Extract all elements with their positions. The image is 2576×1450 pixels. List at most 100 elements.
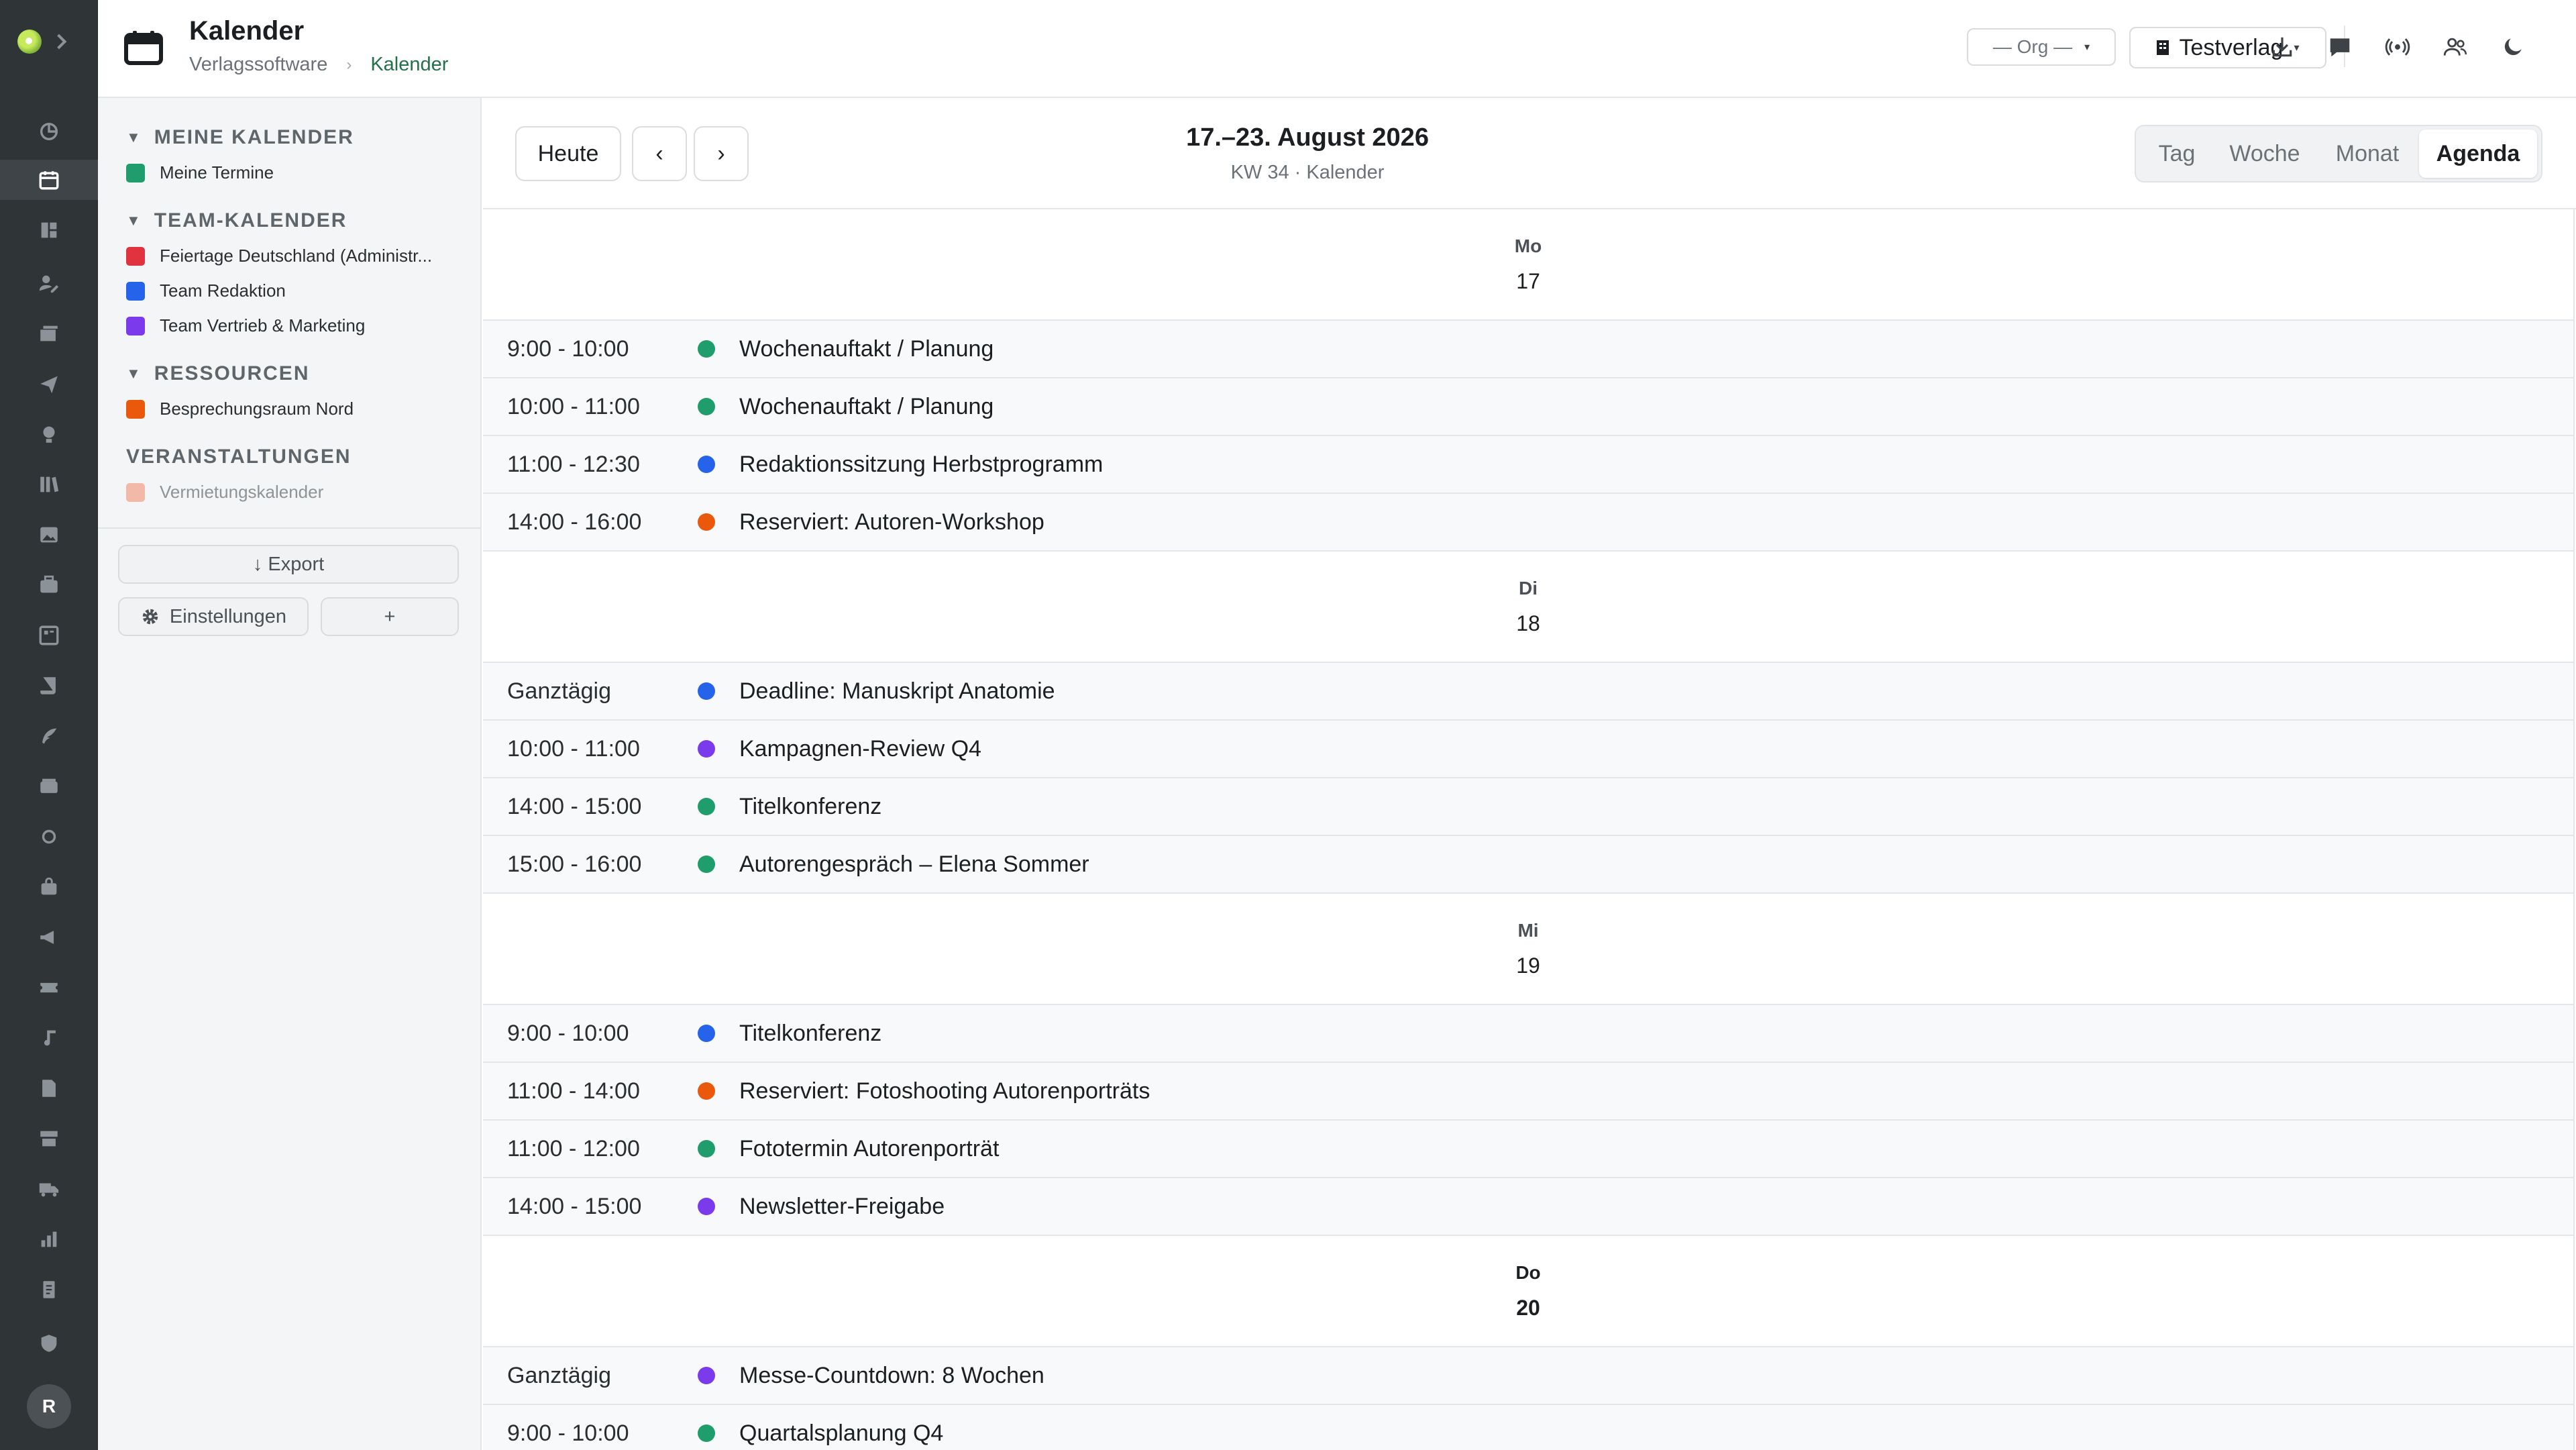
day-header[interactable]: Mi 19 [483, 894, 2573, 1005]
app-logo-icon[interactable] [17, 30, 42, 54]
calendar-item-besprechungsraum[interactable]: Besprechungsraum Nord [126, 399, 462, 419]
add-calendar-button[interactable]: + [321, 597, 459, 636]
calendar-item-vermietung[interactable]: Vermietungskalender [126, 482, 462, 503]
broadcast-button[interactable] [2380, 30, 2415, 64]
event-row[interactable]: 9:00 - 10:00 Titelkonferenz [483, 1005, 2573, 1063]
rail-item-marketing[interactable] [0, 917, 98, 957]
export-button[interactable]: ↓ Export [118, 545, 459, 584]
event-row[interactable]: Ganztägig Messe-Countdown: 8 Wochen [483, 1347, 2573, 1405]
day-of-week: Do [1515, 1261, 1541, 1283]
rail-item-admin[interactable] [0, 1323, 98, 1363]
bar-chart-icon [41, 1231, 57, 1247]
settings-button[interactable]: Einstellungen [118, 597, 309, 636]
theme-toggle-button[interactable] [2496, 30, 2530, 64]
rail-item-shop[interactable] [0, 867, 98, 907]
caret-down-icon: ▾ [2084, 42, 2090, 53]
view-tab-agenda[interactable]: Agenda [2419, 130, 2537, 178]
rail-item-board[interactable] [0, 615, 98, 656]
rail-item-send[interactable] [0, 364, 98, 404]
avatar[interactable]: R [27, 1384, 71, 1429]
section-header-resources[interactable]: ▼ RESSOURCEN [126, 362, 309, 385]
rail-item-finance[interactable] [0, 766, 98, 807]
calendar-color-swatch[interactable] [126, 246, 145, 266]
rail-item-events[interactable] [0, 968, 98, 1008]
rail-item-projects[interactable] [0, 565, 98, 605]
breadcrumb-parent[interactable]: Verlagssoftware [189, 54, 327, 76]
calendar-color-swatch[interactable] [126, 399, 145, 419]
org-select[interactable]: — Org — ▾ [1967, 28, 2116, 66]
calendar-label: Vermietungskalender [160, 482, 324, 502]
event-row[interactable]: 11:00 - 14:00 Reserviert: Fotoshooting Au… [483, 1063, 2573, 1121]
event-row[interactable]: 14:00 - 15:00 Titelkonferenz [483, 778, 2573, 836]
rail-item-contracts[interactable] [0, 666, 98, 706]
view-tab-month[interactable]: Monat [2316, 130, 2419, 178]
day-header[interactable]: Mo 17 [483, 209, 2573, 321]
download-button[interactable] [2265, 30, 2300, 64]
rail-item-documents[interactable] [0, 1270, 98, 1310]
event-row[interactable]: 11:00 - 12:00 Fototermin Autorenporträt [483, 1121, 2573, 1178]
file-icon [42, 1080, 56, 1097]
image-icon [40, 527, 58, 543]
event-row[interactable]: 10:00 - 11:00 Wochenauftakt / Planung [483, 378, 2573, 436]
rail-item-files[interactable] [0, 1068, 98, 1108]
calendar-color-swatch[interactable] [126, 482, 145, 502]
rail-item-dashboard[interactable] [0, 111, 98, 152]
users-button[interactable] [2438, 30, 2473, 64]
rail-item-reports[interactable] [0, 1219, 98, 1259]
dashboard-icon [41, 222, 57, 238]
rail-item-audio[interactable] [0, 1018, 98, 1058]
event-row[interactable]: 14:00 - 16:00 Reserviert: Autoren-Worksho… [483, 494, 2573, 552]
expand-rail-icon[interactable] [51, 34, 67, 50]
rail-item-status[interactable] [0, 817, 98, 857]
calendar-color-swatch[interactable] [126, 163, 145, 183]
rail-item-store[interactable] [0, 1119, 98, 1159]
event-row[interactable]: 15:00 - 16:00 Autorengespräch – Elena Som… [483, 836, 2573, 894]
day-header[interactable]: Do 20 [483, 1236, 2573, 1347]
rail-item-authors[interactable] [0, 263, 98, 303]
event-color-dot [698, 456, 715, 473]
day-header[interactable]: Di 18 [483, 552, 2573, 663]
calendar-item-feiertage[interactable]: Feiertage Deutschland (Administr... [126, 246, 462, 266]
page-title: Kalender [189, 16, 305, 46]
event-row[interactable]: Ganztägig Deadline: Manuskript Anatomie [483, 663, 2573, 721]
rail-item-writing[interactable] [0, 716, 98, 756]
event-row[interactable]: 9:00 - 10:00 Quartalsplanung Q4 [483, 1405, 2573, 1450]
event-color-dot [698, 398, 715, 415]
section-title: TEAM-KALENDER [154, 209, 347, 231]
rail-item-ideas[interactable] [0, 414, 98, 454]
view-tab-week[interactable]: Woche [2214, 130, 2316, 178]
rail-item-logistics[interactable] [0, 1169, 98, 1209]
section-header-team-calendars[interactable]: ▼ TEAM-KALENDER [126, 209, 347, 232]
rail-item-mail[interactable] [0, 313, 98, 354]
rail-item-library[interactable] [0, 464, 98, 505]
event-row[interactable]: 11:00 - 12:30 Redaktionssitzung Herbstpro… [483, 436, 2573, 494]
prev-week-button[interactable]: ‹ [632, 126, 687, 181]
rail-top[interactable] [17, 30, 67, 54]
rail-item-images[interactable] [0, 515, 98, 555]
collapse-triangle-icon: ▼ [126, 212, 142, 229]
event-color-dot [698, 1025, 715, 1042]
library-icon [40, 476, 59, 493]
feather-icon [42, 728, 57, 744]
agenda-list: Mo 17 9:00 - 10:00 Wochenauftakt / Planung 1… [483, 209, 2575, 1450]
event-row[interactable]: 9:00 - 10:00 Wochenauftakt / Planung [483, 321, 2573, 378]
today-button[interactable]: Heute [515, 126, 621, 181]
event-title: Newsletter-Freigabe [739, 1193, 945, 1219]
calendar-color-swatch[interactable] [126, 281, 145, 301]
bag-icon [41, 877, 57, 895]
calendar-item-team-vertrieb[interactable]: Team Vertrieb & Marketing [126, 315, 462, 336]
collapse-triangle-icon: ▼ [126, 365, 142, 382]
calendar-icon [124, 31, 163, 65]
calendar-item-meine-termine[interactable]: Meine Termine [126, 162, 462, 183]
section-header-my-calendars[interactable]: ▼ MEINE KALENDER [126, 126, 354, 149]
next-week-button[interactable]: › [694, 126, 749, 181]
rail-item-overview[interactable] [0, 210, 98, 250]
lightbulb-icon [43, 426, 55, 443]
view-tab-day[interactable]: Tag [2140, 130, 2214, 178]
calendar-item-team-redaktion[interactable]: Team Redaktion [126, 280, 462, 301]
messages-button[interactable] [2322, 30, 2357, 64]
rail-item-calendar[interactable] [0, 160, 98, 200]
event-row[interactable]: 10:00 - 11:00 Kampagnen-Review Q4 [483, 721, 2573, 778]
calendar-color-swatch[interactable] [126, 316, 145, 335]
event-row[interactable]: 14:00 - 15:00 Newsletter-Freigabe [483, 1178, 2573, 1236]
